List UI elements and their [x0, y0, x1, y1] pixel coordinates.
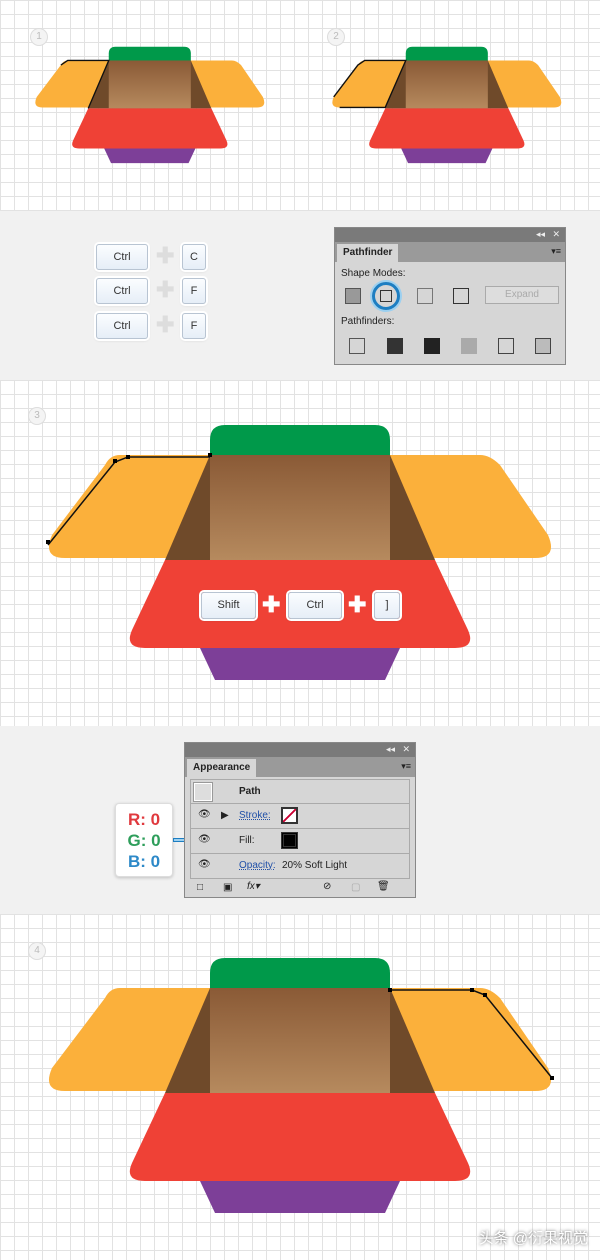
divide-icon[interactable]	[349, 338, 365, 354]
plus-icon: ✚	[156, 243, 175, 268]
trim-icon[interactable]	[387, 338, 403, 354]
step-1-art	[35, 46, 265, 164]
watermark: 头条 @衍果视觉	[478, 1230, 588, 1247]
step-badge: 4	[28, 942, 46, 960]
minus-front-button[interactable]	[372, 282, 400, 310]
eye-icon[interactable]: 👁	[198, 859, 211, 870]
intersect-icon[interactable]	[417, 288, 433, 304]
path-label: Path	[239, 786, 261, 797]
outline-icon[interactable]	[498, 338, 514, 354]
key-bracket: ]	[374, 592, 400, 619]
pathfinders-label: Pathfinders:	[341, 316, 395, 327]
opacity-link[interactable]: Opacity:	[239, 860, 276, 871]
duplicate-icon[interactable]: ▢	[351, 882, 360, 893]
step-2-art	[332, 46, 562, 164]
step-badge: 2	[327, 28, 345, 46]
key-shift: Shift	[201, 592, 256, 619]
key-ctrl: Ctrl	[96, 244, 148, 270]
expand-button[interactable]: Expand	[485, 286, 559, 304]
path-thumbnail	[193, 782, 213, 802]
stroke-swatch[interactable]	[281, 807, 298, 824]
collapse-icon[interactable]: ◂◂	[386, 744, 395, 755]
step-4-art	[48, 958, 554, 1213]
merge-icon[interactable]	[424, 338, 440, 354]
opacity-row[interactable]: 👁 Opacity: 20% Soft Light	[190, 854, 410, 879]
shape-modes-label: Shape Modes:	[341, 268, 406, 279]
minus-back-icon[interactable]	[535, 338, 551, 354]
close-icon[interactable]: ✕	[552, 229, 560, 240]
key-ctrl: Ctrl	[96, 278, 148, 304]
plus-icon: ✚	[262, 592, 281, 617]
close-icon[interactable]: ✕	[402, 744, 410, 755]
step-badge: 1	[30, 28, 48, 46]
unite-icon[interactable]	[345, 288, 361, 304]
red-value: R: 0	[127, 810, 161, 829]
collapse-icon[interactable]: ◂◂	[536, 229, 545, 240]
eye-icon[interactable]: 👁	[198, 809, 211, 820]
fill-row[interactable]: 👁 Fill:	[190, 829, 410, 854]
opacity-value: 20% Soft Light	[282, 860, 348, 871]
pathfinder-panel: ◂◂ ✕ Pathfinder ▾≡ Shape Modes: Expand Pat…	[334, 227, 566, 365]
step-3-art	[46, 425, 552, 680]
add-fill-icon[interactable]: ▣	[223, 882, 232, 893]
key-c: C	[182, 244, 206, 270]
appearance-panel: ◂◂ ✕ Appearance ▾≡ Path 👁 ▶ Stroke: 👁 Fill: 👁…	[184, 742, 416, 898]
key-f: F	[182, 313, 206, 339]
rgb-callout: R: 0 G: 0 B: 0	[115, 803, 173, 877]
fill-swatch[interactable]	[281, 832, 298, 849]
expand-arrow-icon[interactable]: ▶	[221, 810, 229, 821]
trash-icon[interactable]: 🗑	[377, 881, 390, 892]
key-f: F	[182, 278, 206, 304]
tab-appearance[interactable]: Appearance	[187, 759, 257, 777]
panel-menu-icon[interactable]: ▾≡	[551, 246, 561, 257]
tab-pathfinder[interactable]: Pathfinder	[337, 244, 399, 262]
plus-icon: ✚	[156, 312, 175, 337]
fx-icon[interactable]: fx▾	[247, 881, 260, 892]
key-ctrl: Ctrl	[96, 313, 148, 339]
step-badge: 3	[28, 407, 46, 425]
fill-label: Fill:	[239, 835, 255, 846]
eye-icon[interactable]: 👁	[198, 834, 211, 845]
stroke-link[interactable]: Stroke:	[239, 810, 271, 821]
illustrations	[35, 46, 562, 1213]
panel-menu-icon[interactable]: ▾≡	[401, 761, 411, 772]
path-row[interactable]: Path	[190, 779, 410, 804]
stroke-row[interactable]: 👁 ▶ Stroke:	[190, 804, 410, 829]
add-stroke-icon[interactable]: □	[197, 882, 203, 893]
crop-icon[interactable]	[461, 338, 477, 354]
plus-icon: ✚	[348, 592, 367, 617]
blue-value: B: 0	[127, 852, 161, 871]
clear-icon[interactable]: ⊘	[323, 881, 331, 892]
key-ctrl: Ctrl	[288, 592, 342, 619]
exclude-icon[interactable]	[453, 288, 469, 304]
plus-icon: ✚	[156, 277, 175, 302]
green-value: G: 0	[127, 831, 161, 850]
